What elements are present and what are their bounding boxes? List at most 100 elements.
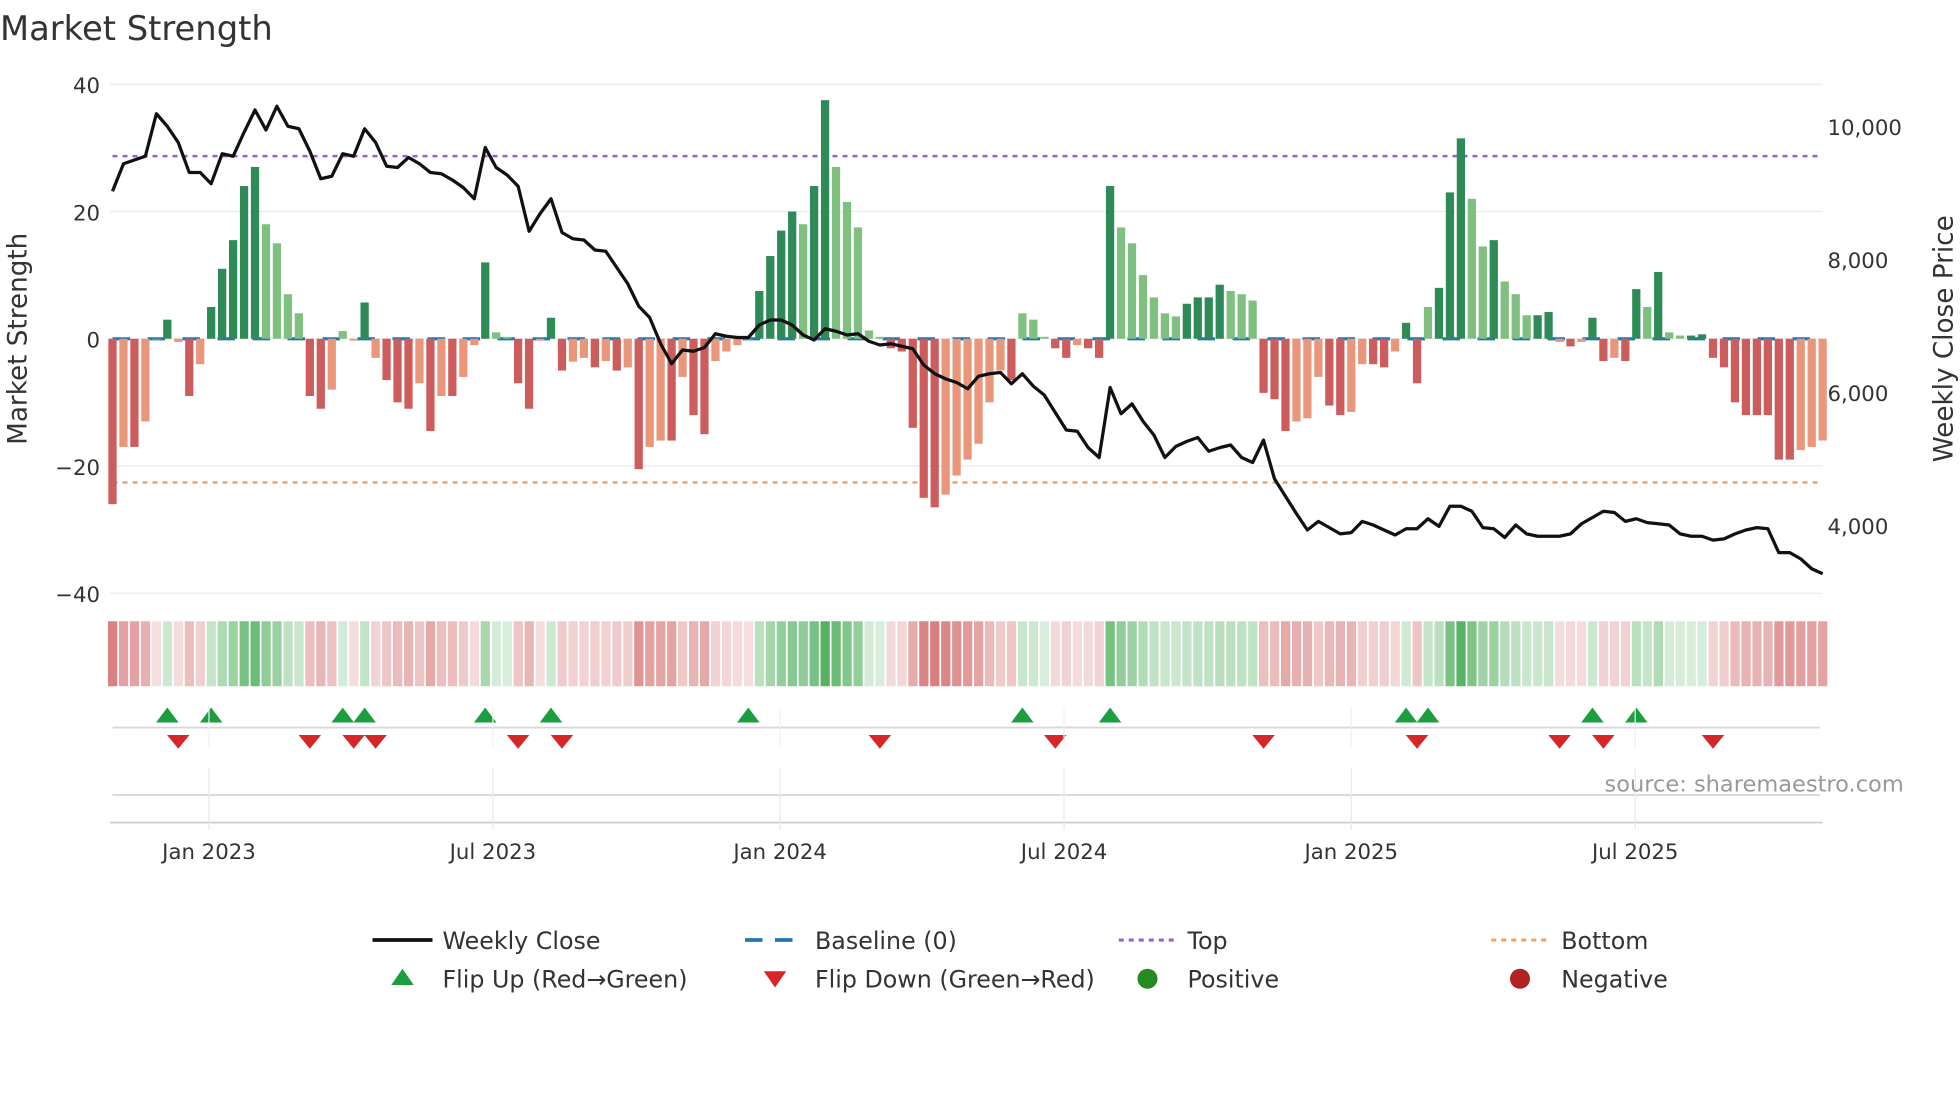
negative-bar — [1292, 338, 1301, 422]
positive-bar — [875, 336, 884, 339]
positive-bar — [1171, 316, 1180, 339]
negative-cell — [1708, 621, 1718, 687]
x-tick-label: Jan 2024 — [731, 840, 827, 865]
positive-cell — [1664, 621, 1674, 687]
y-tick-label: −20 — [55, 456, 100, 481]
negative-bar — [141, 338, 150, 422]
positive-cell — [1642, 621, 1652, 687]
flip-up-marker — [1581, 707, 1604, 723]
x-axis-ticks: Jan 2023 Jul 2023 Jan 2024 Jul 2024 Jan 2025… — [160, 707, 1678, 865]
negative-cell — [1083, 621, 1093, 687]
chart-title: Market Strength — [0, 9, 273, 48]
negative-cell — [897, 621, 907, 687]
positive-bar — [853, 227, 863, 339]
positive-cell — [1138, 621, 1148, 687]
negative-bar — [426, 338, 435, 432]
negative-bar — [448, 338, 457, 397]
legend-label: Top — [1187, 927, 1228, 955]
positive-bar — [250, 166, 260, 339]
positive-bar — [1665, 332, 1674, 339]
right-axis-ticks: 10,000 8,000 6,000 4,000 — [1828, 116, 1902, 540]
positive-bar — [809, 186, 819, 339]
negative-cell — [721, 621, 732, 687]
negative-bar — [1763, 338, 1772, 416]
triangle-down-icon — [763, 971, 787, 988]
negative-cell — [623, 621, 633, 687]
legend-label: Baseline (0) — [815, 927, 957, 955]
negative-bar — [1259, 338, 1268, 393]
negative-bar — [1095, 338, 1104, 358]
x-tick-label: Jul 2024 — [1019, 840, 1107, 865]
y2-axis-label: Weekly Close Price — [1930, 215, 1960, 462]
negative-cell — [513, 621, 523, 687]
positive-bar — [481, 262, 490, 339]
strength-heat-strip — [108, 621, 1828, 687]
negative-bar — [612, 338, 621, 371]
negative-bar — [1369, 338, 1378, 365]
negative-bar — [393, 338, 402, 403]
flip-down-marker — [1548, 735, 1571, 749]
negative-bar — [174, 338, 183, 342]
negative-bar — [930, 338, 939, 508]
negative-cell — [1357, 621, 1367, 687]
negative-bar — [963, 338, 972, 460]
green-dot-icon — [1137, 968, 1158, 989]
negative-bar — [1281, 338, 1290, 432]
positive-bar — [1467, 198, 1476, 339]
flip-up-marker — [1416, 707, 1440, 723]
flip-down-marker — [167, 735, 190, 749]
positive-bar — [503, 336, 512, 339]
positive-cell — [1171, 621, 1181, 687]
flip-down-marker — [1252, 735, 1275, 749]
x-tick-label: Jan 2023 — [160, 840, 256, 865]
negative-bar — [1007, 338, 1016, 381]
negative-cell — [129, 621, 140, 687]
positive-bar — [1127, 243, 1137, 339]
positive-bar — [207, 306, 216, 339]
positive-cell — [1631, 621, 1642, 687]
legend-negative: Negative — [1510, 966, 1668, 994]
positive-bar — [1105, 186, 1115, 339]
negative-cell — [1796, 621, 1806, 687]
flip-markers-panel — [110, 707, 1823, 824]
negative-cell — [327, 621, 337, 687]
negative-bar — [437, 338, 446, 397]
flip-down-marker — [506, 735, 530, 749]
negative-cell — [371, 621, 381, 687]
negative-bar — [1062, 338, 1071, 358]
positive-bar — [766, 256, 775, 339]
negative-cell — [1741, 621, 1751, 687]
negative-cell — [612, 621, 622, 687]
positive-bar — [831, 166, 841, 339]
negative-cell — [908, 621, 918, 687]
positive-bar — [1522, 315, 1531, 339]
negative-bar — [1390, 338, 1400, 352]
positive-bar — [1029, 319, 1038, 339]
negative-cell — [1094, 621, 1104, 687]
flip-up-marker — [1011, 707, 1034, 723]
positive-cell — [360, 621, 370, 687]
legend-baseline: Baseline (0) — [745, 927, 957, 955]
negative-cell — [1313, 621, 1324, 687]
negative-bar — [130, 338, 139, 447]
positive-cell — [1127, 621, 1137, 687]
flip-down-marker — [298, 735, 322, 749]
negative-bar — [1708, 338, 1718, 358]
negative-cell — [1555, 621, 1565, 687]
negative-bar — [349, 338, 358, 341]
positive-bar — [1193, 297, 1202, 339]
x-tick-label: Jul 2023 — [448, 840, 536, 865]
positive-cell — [1017, 621, 1028, 687]
positive-bar — [360, 302, 369, 339]
negative-bar — [1796, 338, 1805, 451]
positive-cell — [1686, 621, 1696, 687]
negative-bar — [1270, 338, 1279, 400]
negative-cell — [678, 621, 688, 687]
negative-cell — [1774, 621, 1784, 687]
negative-bar — [470, 338, 479, 346]
legend-weekly-close: Weekly Close — [372, 927, 600, 955]
positive-cell — [1456, 621, 1466, 687]
positive-bar — [1588, 317, 1597, 339]
positive-cell — [228, 621, 238, 687]
flip-up-marker — [1098, 707, 1122, 723]
